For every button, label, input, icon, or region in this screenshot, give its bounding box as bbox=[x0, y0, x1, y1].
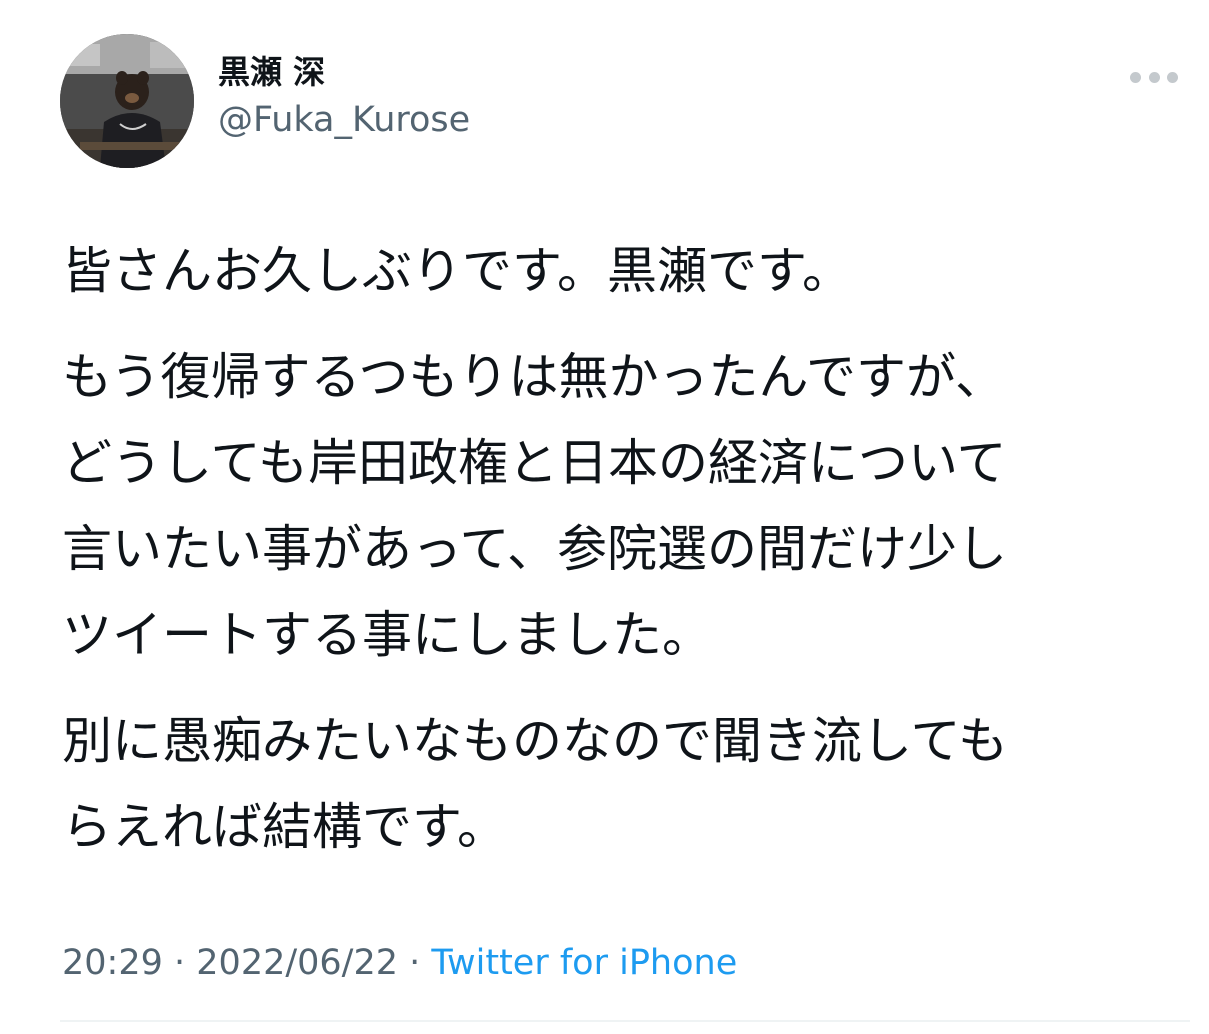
meta-separator: · bbox=[174, 943, 197, 983]
user-handle[interactable]: @Fuka_Kurose bbox=[218, 98, 470, 142]
tweet-card: 黒瀬 深 @Fuka_Kurose 皆さんお久しぶりです。黒瀬です。 もう復帰す… bbox=[0, 0, 1209, 1034]
tweet-paragraph: もう復帰するつもりは無かったんですが、 どうしても岸田政権と日本の経済について … bbox=[62, 334, 1172, 678]
tweet-header: 黒瀬 深 @Fuka_Kurose bbox=[60, 34, 1190, 168]
tweet-line: もう復帰するつもりは無かったんですが、 bbox=[62, 348, 1005, 406]
tweet-text: 皆さんお久しぶりです。黒瀬です。 もう復帰するつもりは無かったんですが、 どうし… bbox=[62, 228, 1172, 890]
more-dot bbox=[1167, 71, 1178, 83]
more-dot bbox=[1130, 71, 1141, 83]
tweet-source-link[interactable]: Twitter for iPhone bbox=[431, 943, 737, 983]
tweet-line: 皆さんお久しぶりです。黒瀬です。 bbox=[62, 242, 852, 300]
more-dot bbox=[1148, 71, 1160, 83]
divider bbox=[60, 1020, 1190, 1022]
tweet-paragraph: 皆さんお久しぶりです。黒瀬です。 bbox=[62, 228, 1172, 314]
tweet-line: どうしても岸田政権と日本の経済について bbox=[62, 434, 1007, 492]
tweet-line: 言いたい事があって、参院選の間だけ少し bbox=[62, 520, 1007, 578]
tweet-meta: 20:29 · 2022/06/22 · Twitter for iPhone bbox=[62, 938, 737, 988]
avatar-image bbox=[60, 34, 194, 168]
tweet-line: らえれば結構です。 bbox=[62, 798, 507, 856]
tweet-date[interactable]: 2022/06/22 bbox=[196, 943, 398, 983]
author-names: 黒瀬 深 @Fuka_Kurose bbox=[218, 52, 470, 142]
meta-separator: · bbox=[409, 943, 432, 983]
more-horizontal-icon[interactable] bbox=[1130, 64, 1178, 90]
display-name[interactable]: 黒瀬 深 bbox=[218, 52, 470, 92]
tweet-line: ツイートする事にしました。 bbox=[62, 606, 712, 664]
tweet-time[interactable]: 20:29 bbox=[62, 943, 163, 983]
tweet-line: 別に愚痴みたいなものなので聞き流しても bbox=[62, 712, 1008, 770]
tweet-paragraph: 別に愚痴みたいなものなので聞き流しても らえれば結構です。 bbox=[62, 698, 1172, 870]
avatar[interactable] bbox=[60, 34, 194, 168]
